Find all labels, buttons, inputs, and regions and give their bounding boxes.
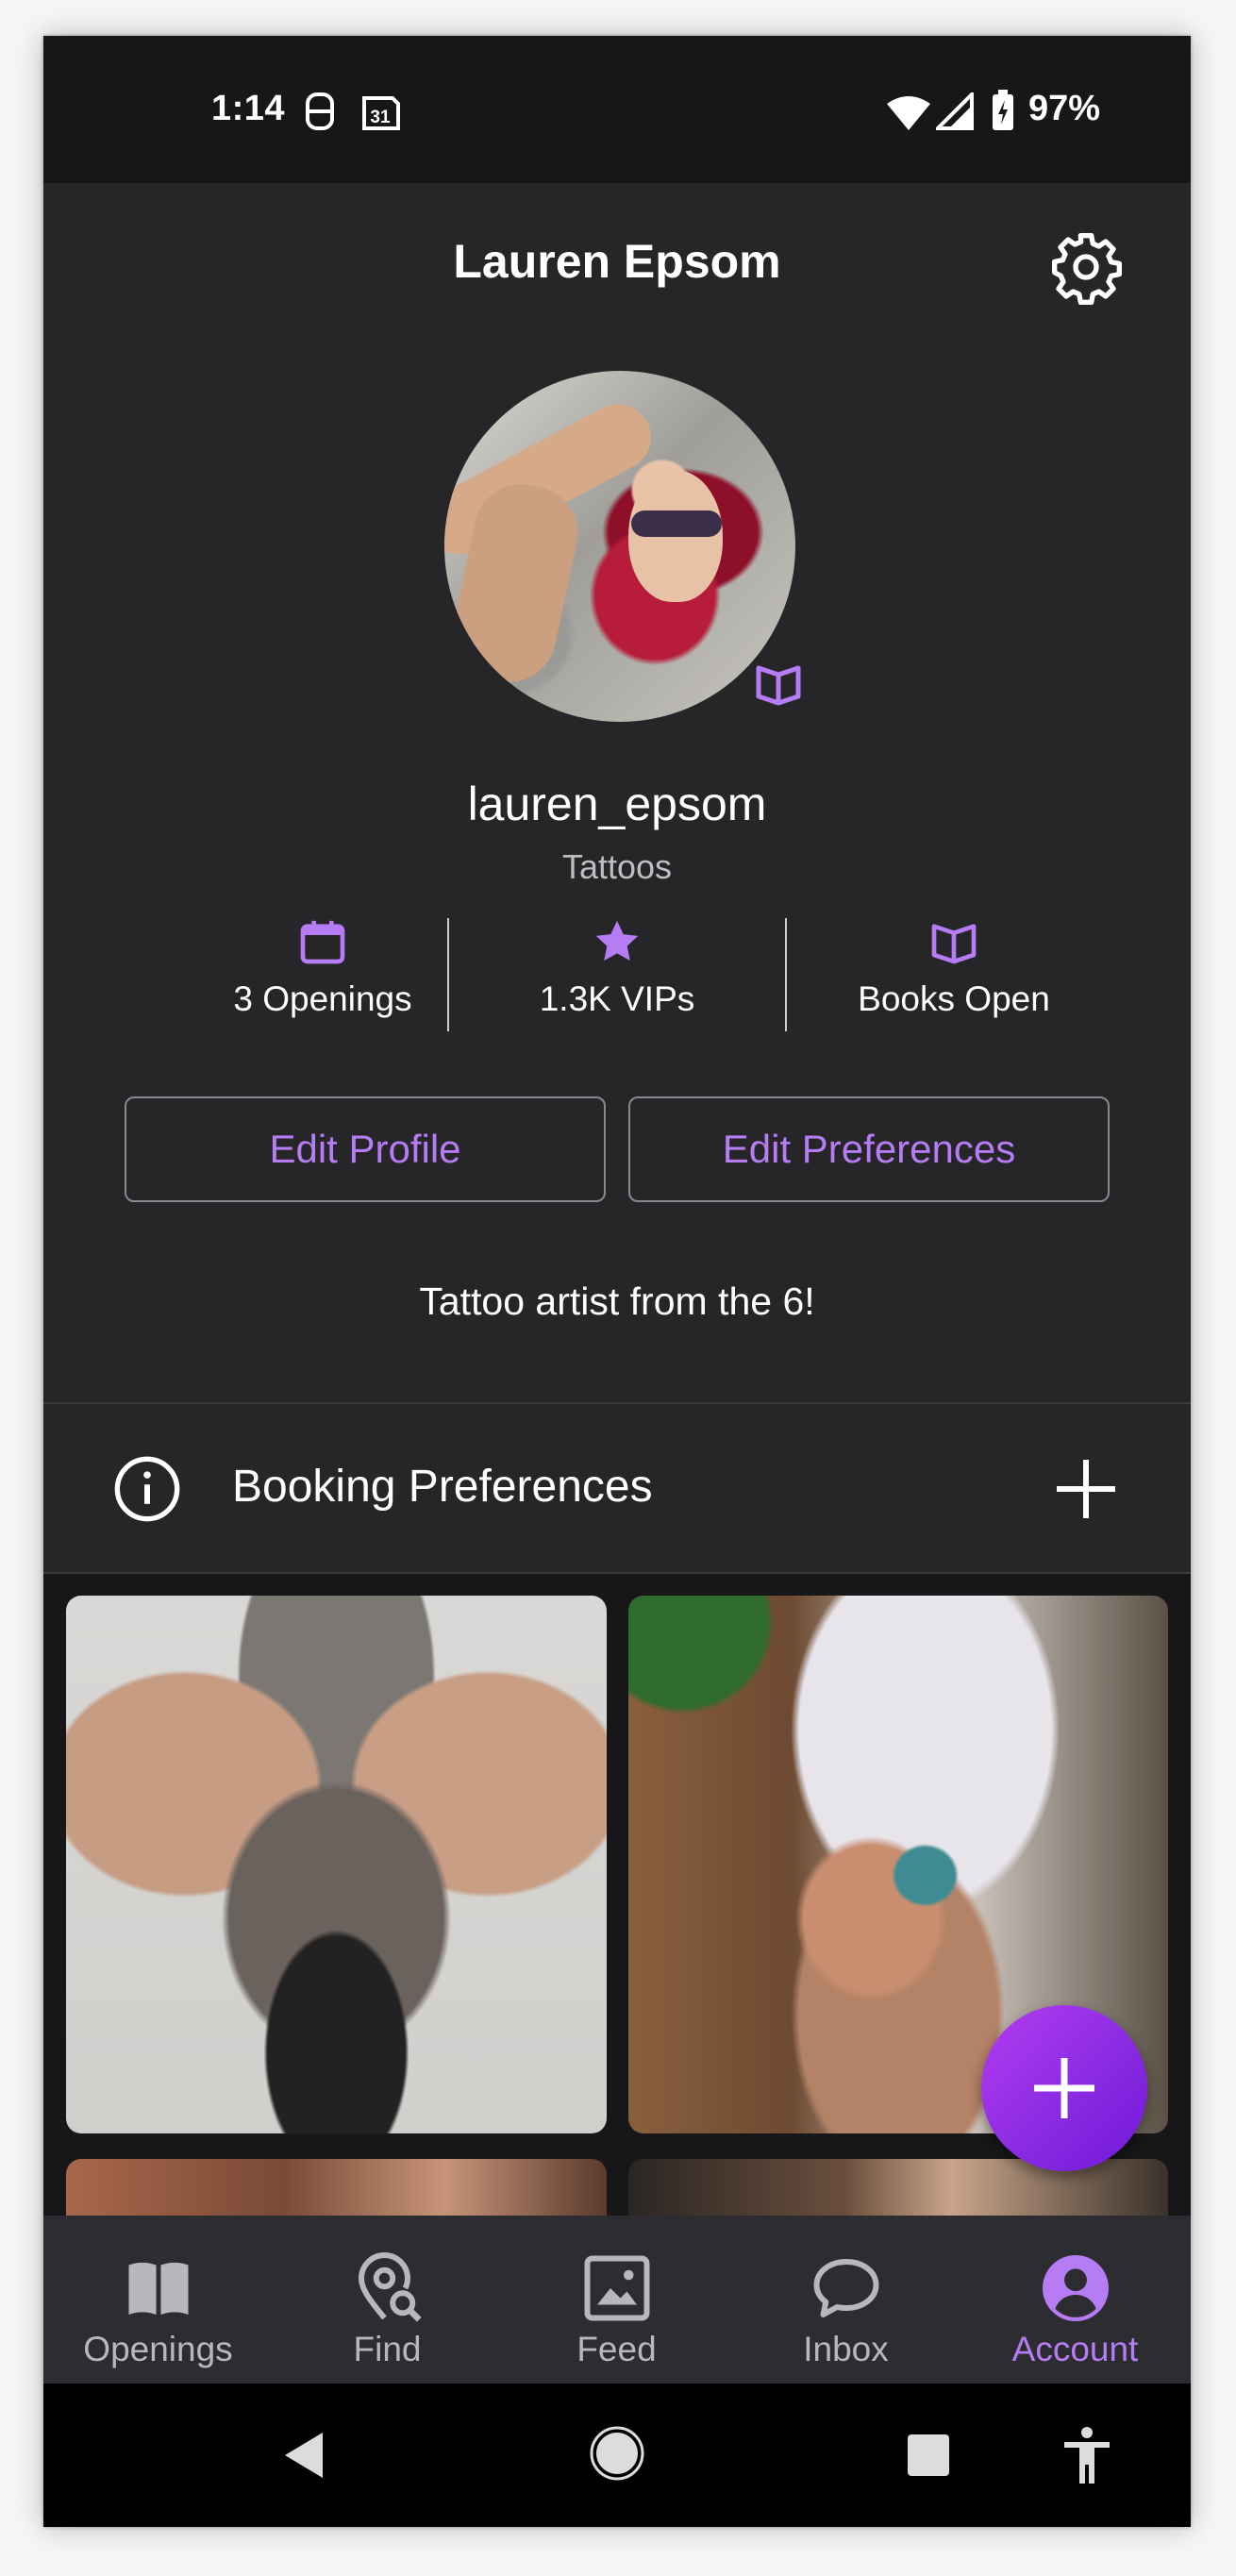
accessibility-icon[interactable] — [1061, 2425, 1113, 2485]
book-icon — [128, 2262, 188, 2315]
stat-openings[interactable]: 3 Openings — [181, 915, 464, 1019]
add-post-button[interactable] — [981, 2005, 1147, 2171]
avatar-photo-detail — [631, 510, 722, 537]
svg-text:31: 31 — [370, 108, 391, 127]
neck-tattoo-photo[interactable] — [66, 1596, 607, 2133]
battery-percent: 97% — [1028, 89, 1101, 128]
plus-icon[interactable] — [1053, 1456, 1119, 1522]
profile-bio: Tattoo artist from the 6! — [419, 1280, 815, 1323]
star-icon — [595, 920, 639, 962]
nav-item-openings[interactable]: Openings — [43, 2249, 273, 2369]
book-open-icon — [931, 924, 977, 964]
battery-charging-icon — [993, 90, 1013, 130]
calendar-icon: 31 — [362, 96, 400, 130]
phone-screen: 1:14 31 97% Lauren Epsom lauren_epsom Ta… — [43, 36, 1191, 2527]
home-icon[interactable] — [589, 2425, 645, 2482]
profile-category: Tattoos — [561, 847, 673, 886]
plus-icon — [1034, 2058, 1094, 2118]
nav-label: Find — [353, 2330, 422, 2368]
gear-icon[interactable] — [1048, 229, 1124, 305]
recents-icon[interactable] — [906, 2433, 951, 2478]
location-search-icon — [358, 2252, 422, 2322]
username: lauren_epsom — [467, 778, 767, 830]
status-time: 1:14 — [211, 89, 286, 128]
back-icon[interactable] — [279, 2429, 326, 2482]
stat-label: 3 Openings — [233, 979, 412, 1018]
stat-vips[interactable]: 1.3K VIPs — [476, 915, 759, 1019]
nav-label: Inbox — [803, 2330, 889, 2368]
nav-label: Account — [1011, 2330, 1139, 2368]
status-bar: 1:14 31 97% — [43, 36, 1191, 183]
nav-item-feed[interactable]: Feed — [502, 2249, 731, 2369]
stat-label: Books Open — [858, 979, 1050, 1018]
image-icon — [584, 2255, 649, 2321]
calendar-icon — [300, 920, 345, 964]
page-title: Lauren Epsom — [453, 235, 781, 288]
edit-profile-button[interactable]: Edit Profile — [125, 1096, 606, 1202]
nav-item-inbox[interactable]: Inbox — [731, 2249, 960, 2369]
books-open-badge — [745, 649, 811, 715]
edit-preferences-button[interactable]: Edit Preferences — [628, 1096, 1110, 1202]
booking-preferences-label: Booking Preferences — [232, 1462, 653, 1512]
stat-divider — [447, 918, 449, 1031]
nav-item-find[interactable]: Find — [273, 2249, 502, 2369]
chat-bubble-icon — [813, 2259, 878, 2317]
nav-item-account[interactable]: Account — [960, 2249, 1190, 2369]
stat-books-open[interactable]: Books Open — [812, 915, 1095, 1019]
signal-icon — [936, 92, 974, 130]
nav-label: Openings — [83, 2330, 233, 2368]
system-nav-bar — [43, 2384, 1191, 2527]
account-circle-icon — [1042, 2255, 1109, 2321]
info-icon — [114, 1456, 180, 1522]
book-open-icon — [756, 665, 801, 706]
nav-label: Feed — [576, 2330, 657, 2368]
stat-divider — [785, 918, 787, 1031]
notification-icon — [306, 92, 334, 130]
wifi-icon — [887, 96, 930, 130]
stat-label: 1.3K VIPs — [539, 979, 695, 1018]
avatar[interactable] — [444, 371, 795, 722]
